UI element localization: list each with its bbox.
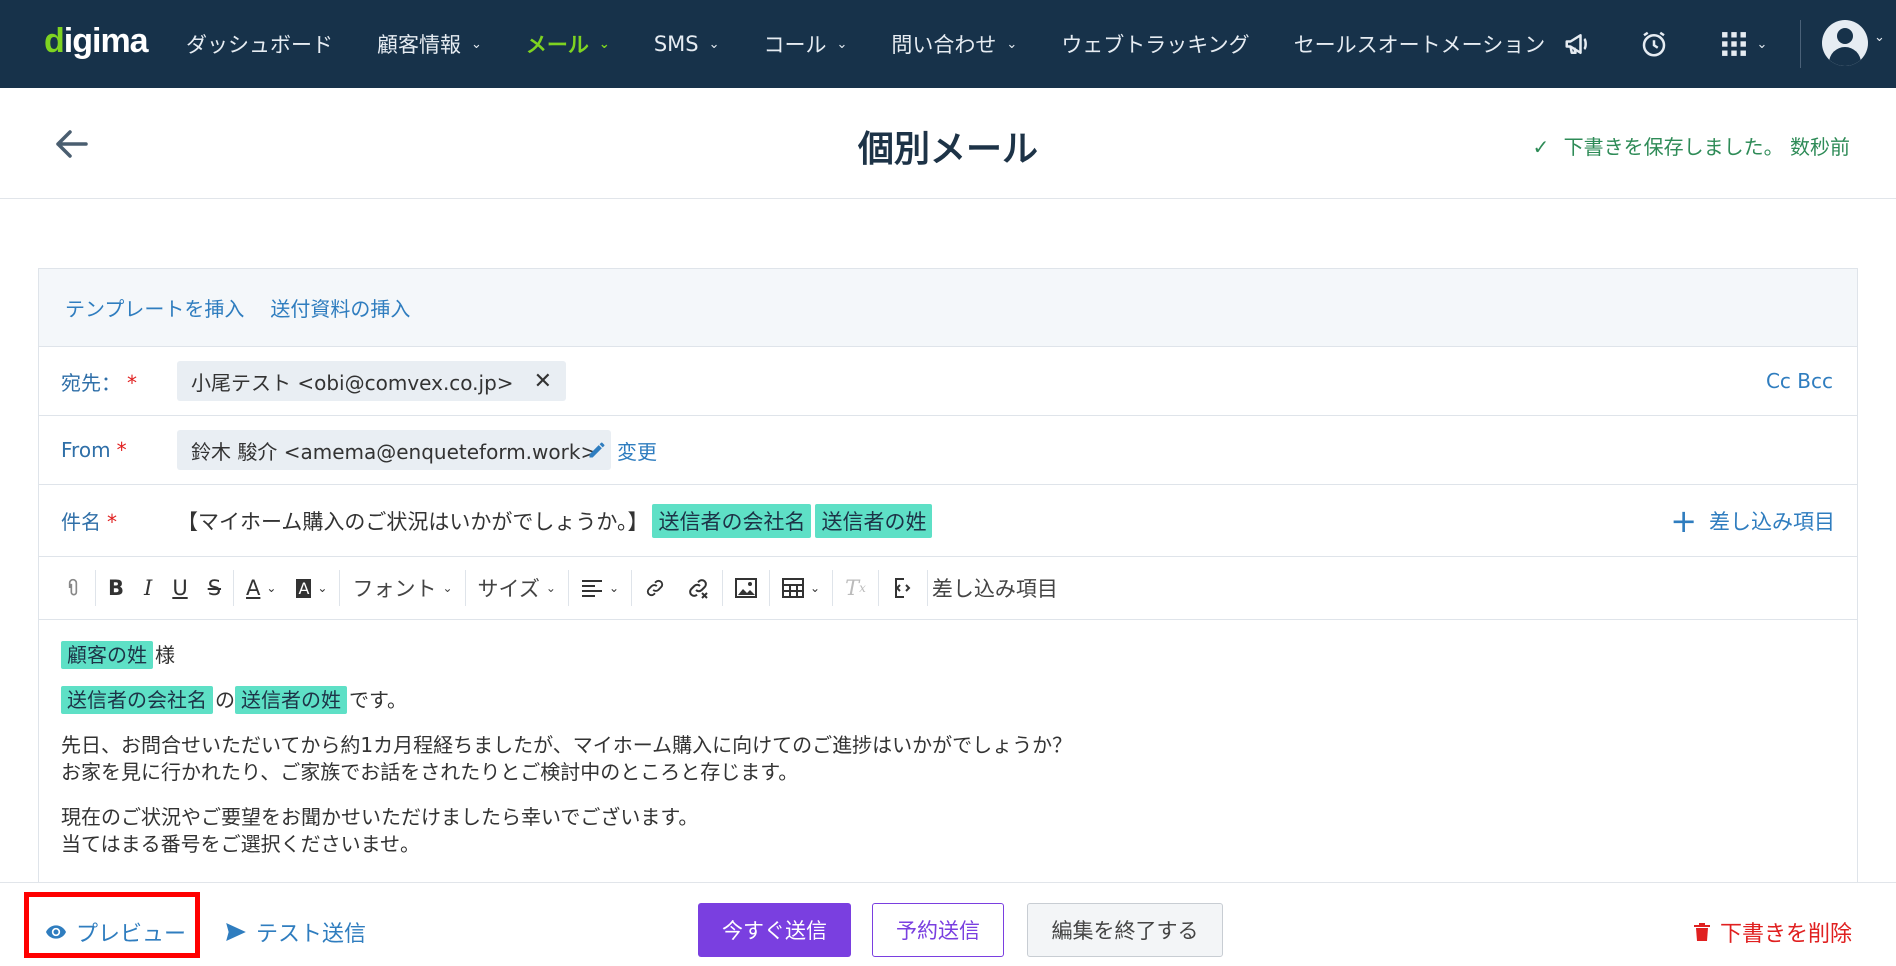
user-avatar[interactable]	[1822, 20, 1868, 66]
nav-item-inquiry[interactable]: 問い合わせ ⌄	[891, 29, 1017, 59]
nav-item-mail[interactable]: メール ⌄	[526, 29, 610, 59]
nav-item-dashboard[interactable]: ダッシュボード	[186, 29, 333, 59]
chevron-down-icon: ⌄	[598, 36, 610, 52]
digima-logo[interactable]: digima	[44, 22, 149, 61]
link-icon	[646, 579, 664, 597]
page-header: 個別メール ✓ 下書きを保存しました。 数秒前	[0, 88, 1896, 199]
font-family-dropdown[interactable]: フォント ⌄	[342, 568, 462, 608]
italic-button[interactable]: I	[134, 568, 162, 608]
body-line: 顧客の姓様	[61, 641, 1835, 669]
recipient-chip[interactable]: 小尾テスト <obi@comvex.co.jp> ✕	[177, 361, 566, 401]
chevron-down-icon[interactable]: ⌄	[1874, 30, 1885, 45]
from-row: From * 鈴木 駿介 <amema@enqueteform.work> 変更	[39, 416, 1857, 485]
merge-tag[interactable]: 顧客の姓	[61, 641, 153, 669]
chevron-down-icon: ⌄	[545, 581, 556, 595]
body-paragraph: 現在のご状況やご要望をお聞かせいただけましたら幸いでございます。 当てはまる番号を…	[61, 805, 699, 856]
editor-toolbar: B I U S A ⌄ A ⌄ フォント ⌄ サイズ ⌄ ⌄ ⌄ Tx 差し込み…	[39, 557, 1857, 620]
remove-link-button[interactable]	[676, 568, 720, 608]
nav-item-customer-info[interactable]: 顧客情報 ⌄	[377, 29, 482, 59]
check-icon: ✓	[1532, 135, 1550, 159]
merge-tag[interactable]: 送信者の姓	[235, 686, 347, 714]
underline-button[interactable]: U	[162, 568, 197, 608]
clear-format-button[interactable]: Tx	[835, 568, 876, 608]
chevron-down-icon: ⌄	[836, 36, 848, 52]
merge-tag[interactable]: 送信者の会社名	[652, 503, 812, 538]
bold-button[interactable]: B	[98, 568, 134, 608]
paperclip-icon	[68, 578, 78, 596]
chevron-down-icon: ⌄	[1006, 36, 1018, 52]
alarm-clock-icon[interactable]	[1636, 26, 1672, 62]
align-left-icon	[581, 580, 602, 597]
body-paragraph: 先日、お問合せいただいてから約1カ月程経ちましたが、マイホーム購入に向けてのご進…	[61, 733, 1073, 784]
test-send-button[interactable]: テスト送信	[226, 916, 366, 948]
insert-link-button[interactable]	[634, 568, 676, 608]
preview-button[interactable]: プレビュー	[46, 916, 186, 948]
font-color-button[interactable]: A ⌄	[236, 568, 286, 608]
remove-recipient-icon[interactable]: ✕	[534, 369, 552, 394]
merge-tag[interactable]: 送信者の会社名	[61, 686, 213, 714]
save-status: ✓ 下書きを保存しました。 数秒前	[1532, 135, 1850, 159]
send-icon	[226, 923, 246, 941]
apps-grid-icon[interactable]: ⌄	[1714, 26, 1774, 62]
subject-row: 件名 * 【マイホーム購入のご状況はいかがでしょうか。】 送信者の会社名 送信者の…	[39, 485, 1857, 557]
font-size-dropdown[interactable]: サイズ ⌄	[468, 568, 566, 608]
top-navbar: digima ダッシュボード 顧客情報 ⌄ メール ⌄ SMS ⌄ コール ⌄ 問い合わ…	[0, 0, 1896, 88]
mail-editor: テンプレートを挿入 送付資料の挿入 宛先： * 小尾テスト <obi@comvex…	[38, 268, 1858, 966]
to-row: 宛先： * 小尾テスト <obi@comvex.co.jp> ✕ Cc Bcc	[39, 347, 1857, 416]
nav-item-call[interactable]: コール ⌄	[764, 29, 848, 59]
megaphone-icon[interactable]	[1560, 26, 1596, 62]
chevron-down-icon: ⌄	[1756, 36, 1768, 52]
chevron-down-icon: ⌄	[442, 581, 453, 595]
insert-merge-field-button[interactable]: + 差し込み項目	[1670, 505, 1835, 537]
nav-divider	[1800, 20, 1801, 68]
align-dropdown[interactable]: ⌄	[571, 568, 629, 608]
insert-table-button[interactable]: ⌄	[772, 568, 830, 608]
merge-tag[interactable]: 送信者の姓	[815, 503, 933, 538]
from-label: From *	[61, 438, 127, 462]
attachment-button[interactable]	[53, 568, 93, 608]
action-footer: プレビュー テスト送信 今すぐ送信 予約送信 編集を終了する 下書きを削除	[0, 882, 1896, 966]
chevron-down-icon: ⌄	[810, 581, 821, 595]
mail-body[interactable]: 顧客の姓様 送信者の会社名の送信者の姓 です。 先日、お問合せいただいてから約1カ…	[39, 620, 1857, 898]
eye-icon	[46, 925, 66, 939]
sender-chip: 鈴木 駿介 <amema@enqueteform.work>	[177, 430, 612, 470]
chevron-down-icon: ⌄	[708, 36, 720, 52]
code-view-button[interactable]	[881, 568, 925, 608]
chevron-down-icon: ⌄	[471, 36, 482, 52]
strikethrough-button[interactable]: S	[198, 568, 231, 608]
editor-top-links: テンプレートを挿入 送付資料の挿入	[39, 269, 1857, 347]
pencil-icon	[589, 442, 605, 458]
unlink-icon	[689, 579, 708, 599]
code-icon	[894, 578, 911, 598]
highlight-color-button[interactable]: A ⌄	[286, 568, 337, 608]
subject-label: 件名 *	[61, 510, 117, 534]
body-line: 送信者の会社名の送信者の姓 です。	[61, 686, 1835, 714]
schedule-send-button[interactable]: 予約送信	[872, 903, 1004, 957]
delete-draft-button[interactable]: 下書きを削除	[1693, 916, 1852, 948]
insert-image-button[interactable]	[725, 568, 767, 608]
send-now-button[interactable]: 今すぐ送信	[698, 903, 851, 957]
insert-merge-field-toolbar-button[interactable]: 差し込み項目	[930, 568, 1068, 608]
end-editing-button[interactable]: 編集を終了する	[1027, 903, 1223, 957]
nav-item-sales-automation[interactable]: セールスオートメーション	[1294, 29, 1546, 59]
nav-menu: ダッシュボード 顧客情報 ⌄ メール ⌄ SMS ⌄ コール ⌄ 問い合わせ ⌄ ウェブト…	[186, 0, 1589, 88]
image-icon	[735, 578, 758, 598]
table-icon	[782, 578, 805, 598]
trash-icon	[1693, 923, 1710, 941]
nav-item-sms[interactable]: SMS ⌄	[654, 32, 720, 56]
chevron-down-icon: ⌄	[266, 581, 277, 595]
insert-document-link[interactable]: 送付資料の挿入	[270, 293, 410, 322]
plus-icon: +	[1670, 501, 1697, 540]
chevron-down-icon: ⌄	[608, 581, 620, 595]
cc-bcc-link[interactable]: Cc Bcc	[1766, 369, 1833, 393]
subject-input[interactable]: 【マイホーム購入のご状況はいかがでしょうか。】 送信者の会社名 送信者の姓	[177, 503, 933, 538]
nav-item-web-tracking[interactable]: ウェブトラッキング	[1061, 29, 1249, 59]
change-sender-link[interactable]: 変更	[587, 436, 657, 465]
insert-template-link[interactable]: テンプレートを挿入	[65, 293, 244, 322]
chevron-down-icon: ⌄	[317, 581, 328, 595]
to-label: 宛先： *	[61, 370, 137, 395]
